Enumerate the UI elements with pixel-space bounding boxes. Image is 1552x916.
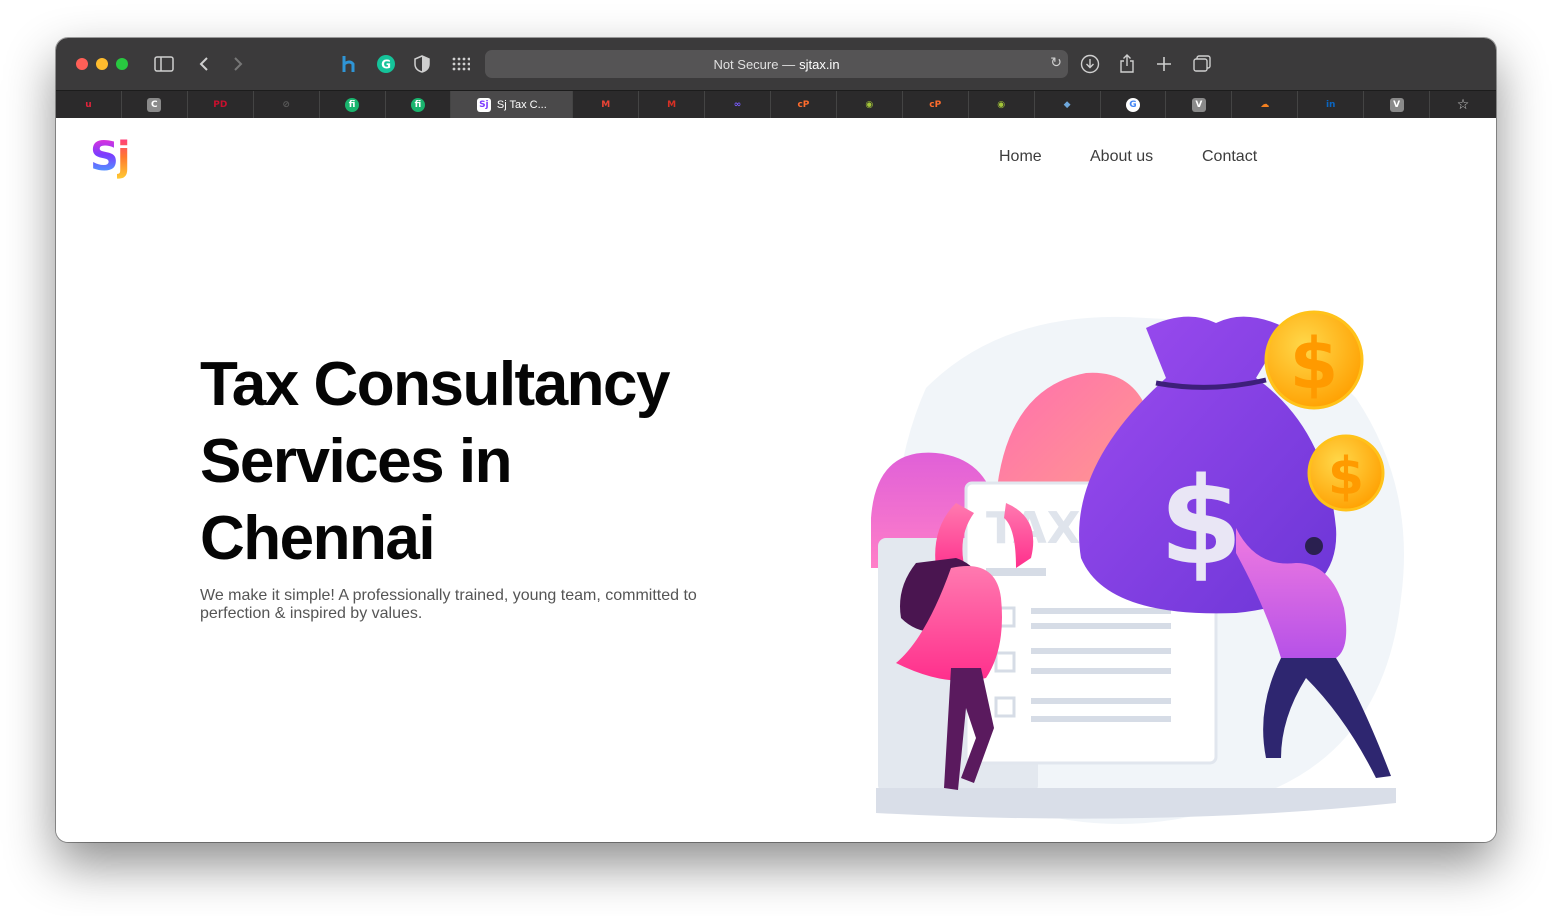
browser-toolbar: G Not Secure — sjtax.in ↻ xyxy=(56,38,1496,90)
browser-tab[interactable]: fi xyxy=(386,91,452,119)
u-icon: u xyxy=(85,100,92,110)
tax-illustration: TAX $ $ $ xyxy=(871,310,1404,824)
bookmark-star-icon[interactable]: ☆ xyxy=(1430,91,1496,119)
minimize-window-button[interactable] xyxy=(96,58,108,70)
tab-bar: u C PD ⊘ fi fi Sj Sj Tax C... M M ∞ cP ◉ cP ◉ ◆ G V ☁ in V ☆ xyxy=(56,90,1496,119)
gold-coin-small-dollar: $ xyxy=(1328,447,1364,507)
browser-tab[interactable]: ◆ xyxy=(1035,91,1101,119)
cloudflare-icon: ☁ xyxy=(1260,100,1270,110)
hero-title-line1: Tax Consultancy xyxy=(200,350,671,419)
browser-tab[interactable]: cP xyxy=(903,91,969,119)
browser-tab-active[interactable]: Sj Sj Tax C... xyxy=(451,91,574,119)
fi-icon: fi xyxy=(410,98,425,112)
browser-tab[interactable]: PD xyxy=(188,91,254,119)
browser-tab[interactable]: G xyxy=(1101,91,1167,119)
linkedin-icon: in xyxy=(1325,100,1336,110)
web-page: Sj Home About us Contact Tax Consultancy… xyxy=(56,118,1496,842)
tab-overview-icon[interactable] xyxy=(1190,52,1214,76)
v-icon: V xyxy=(1389,98,1404,112)
svg-text:G: G xyxy=(381,58,391,72)
cpanel-icon: cP xyxy=(929,100,942,110)
address-bar[interactable]: Not Secure — sjtax.in ↻ xyxy=(485,50,1068,78)
zoom-window-button[interactable] xyxy=(116,58,128,70)
money-bag-dollar: $ xyxy=(1159,453,1243,592)
c-icon: C xyxy=(147,98,162,112)
share-icon[interactable] xyxy=(1115,52,1139,76)
security-label: Not Secure — xyxy=(713,56,796,72)
v-icon: V xyxy=(1191,98,1206,112)
owl-icon: ◉ xyxy=(865,100,874,110)
infinity-icon: ∞ xyxy=(733,100,742,110)
shield-icon[interactable] xyxy=(410,52,434,76)
hero-title-line2: Services in xyxy=(200,427,512,496)
browser-tab[interactable]: fi xyxy=(320,91,386,119)
nav-home[interactable]: Home xyxy=(999,148,1042,166)
browser-tab[interactable]: C xyxy=(122,91,188,119)
logo-letter-s: S xyxy=(90,134,119,180)
browser-tab[interactable]: V xyxy=(1364,91,1431,119)
hero-title-line3: Chennai xyxy=(200,504,436,573)
nav-contact[interactable]: Contact xyxy=(1202,148,1257,166)
grammarly-extension-icon[interactable]: G xyxy=(374,52,398,76)
active-tab-title: Sj Tax C... xyxy=(496,99,547,111)
download-icon[interactable] xyxy=(1078,52,1102,76)
cube-icon: ◆ xyxy=(1063,100,1071,110)
gold-coin-large-dollar: $ xyxy=(1290,323,1339,405)
gmail-red-icon: M xyxy=(667,100,677,110)
url-domain: sjtax.in xyxy=(799,56,840,72)
sj-icon: Sj xyxy=(476,98,491,112)
cpanel-icon: cP xyxy=(797,100,810,110)
browser-tab[interactable]: ◉ xyxy=(969,91,1035,119)
owl-icon: ◉ xyxy=(997,100,1006,110)
browser-tab[interactable]: ☁ xyxy=(1232,91,1299,119)
site-logo[interactable]: Sj xyxy=(90,134,131,180)
close-window-button[interactable] xyxy=(76,58,88,70)
browser-tab[interactable]: V xyxy=(1166,91,1233,119)
laptop-base xyxy=(876,788,1396,819)
browser-window: G Not Secure — sjtax.in ↻ u C PD ⊘ fi fi Sj Sj … xyxy=(56,38,1496,842)
fi-icon: fi xyxy=(345,98,360,112)
logo-letter-j: j xyxy=(116,134,131,180)
browser-tab[interactable]: in xyxy=(1298,91,1365,119)
hero-title: Tax Consultancy Services in Chennai xyxy=(200,346,760,577)
grid-icon[interactable] xyxy=(449,52,473,76)
browser-tab[interactable]: cP xyxy=(771,91,837,119)
back-arrow-icon[interactable] xyxy=(192,52,216,76)
gmail-icon: M xyxy=(601,100,611,110)
tax-document-label: TAX xyxy=(986,503,1081,554)
reload-icon[interactable]: ↻ xyxy=(1050,55,1062,71)
google-icon: G xyxy=(1125,98,1140,112)
compass-icon: ⊘ xyxy=(282,100,290,110)
browser-tab[interactable]: ∞ xyxy=(705,91,771,119)
browser-tab[interactable]: M xyxy=(639,91,706,119)
hero-subtitle: We make it simple! A professionally trai… xyxy=(200,587,697,622)
browser-tab[interactable]: ⊘ xyxy=(254,91,320,119)
browser-tab[interactable]: u xyxy=(56,91,122,119)
browser-tab[interactable]: M xyxy=(573,91,640,119)
browser-tab[interactable]: ◉ xyxy=(837,91,903,119)
sidebar-toggle-icon[interactable] xyxy=(152,52,176,76)
nav-about[interactable]: About us xyxy=(1090,148,1153,166)
honey-extension-icon[interactable] xyxy=(337,52,361,76)
forward-arrow-icon[interactable] xyxy=(226,52,250,76)
pd-icon: PD xyxy=(213,100,228,110)
new-tab-plus-icon[interactable] xyxy=(1152,52,1176,76)
